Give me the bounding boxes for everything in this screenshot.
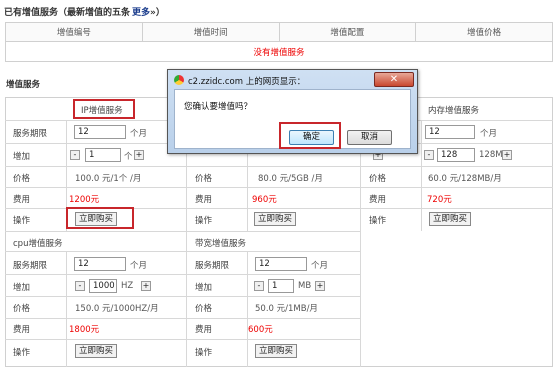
ip-fee-label: 费用 (13, 195, 31, 205)
row-divider (5, 166, 553, 167)
more-link[interactable]: 更多 (132, 8, 150, 18)
cpu-period-label: 服务期限 (13, 261, 48, 271)
ok-highlight (279, 122, 341, 149)
bw-period-unit: 个月 (311, 261, 329, 271)
ip-price-value: 100.0 元/1个 /月 (75, 174, 142, 184)
cpu-price-label: 价格 (13, 304, 31, 314)
bw-price-value: 50.0 元/1MB/月 (255, 304, 318, 314)
bw-price-label: 价格 (195, 304, 213, 314)
disk-price-label: 价格 (195, 174, 213, 184)
bw-minus-button[interactable]: - (254, 281, 264, 291)
bw-card-title: 带宽增值服务 (195, 239, 247, 249)
bw-add-unit: MB (298, 281, 312, 291)
ip-period-input[interactable]: 12 (74, 125, 126, 139)
ip-period-unit: 个月 (130, 129, 148, 139)
ip-fee-value: 1200元 (69, 195, 100, 205)
cpu-add-label: 增加 (13, 283, 31, 293)
disk-price-value: 80.0 元/5GB /月 (258, 174, 323, 184)
row-divider (5, 187, 553, 188)
cpu-fee-value: 1800元 (69, 325, 100, 335)
bw-plus-button[interactable]: + (315, 281, 325, 291)
col-divider (247, 251, 248, 367)
col-divider (421, 120, 422, 231)
grid-divider (5, 231, 360, 232)
bw-add-label: 增加 (195, 283, 213, 293)
bw-period-label: 服务期限 (195, 261, 230, 271)
mem-period-unit: 个月 (480, 129, 498, 139)
cpu-period-input[interactable]: 12 (74, 257, 126, 271)
ip-add-unit: 个 (124, 152, 133, 162)
ip-plus-button[interactable]: + (134, 150, 144, 160)
bw-op-label: 操作 (195, 348, 213, 358)
row-divider (5, 251, 360, 252)
row-divider (5, 274, 360, 275)
cpu-add-unit: HZ (121, 281, 134, 291)
mem-op-label: 操作 (369, 216, 387, 226)
cpu-period-unit: 个月 (130, 261, 148, 271)
mem-minus-button[interactable]: - (424, 150, 434, 160)
disk-fee-label: 费用 (195, 195, 213, 205)
col-divider (66, 251, 67, 367)
services-section-title: 增值服务 (6, 80, 41, 90)
empty-message: 没有增值服务 (5, 41, 553, 62)
ip-title-highlight (73, 99, 135, 119)
existing-services-title-text: 已有增值服务（最新增值的五条 (4, 8, 131, 18)
ip-price-label: 价格 (13, 174, 31, 184)
cpu-buy-button[interactable]: 立即购买 (75, 344, 118, 358)
ip-buy-highlight (66, 207, 134, 229)
cpu-card-title: cpu增值服务 (13, 239, 63, 249)
dialog-message: 您确认要增值吗？ (184, 102, 253, 112)
mem-price-value: 60.0 元/128MB/月 (428, 174, 502, 184)
mem-card-title: 内存增值服务 (428, 106, 480, 116)
cpu-add-input[interactable]: 1000 (89, 279, 117, 293)
disk-op-label: 操作 (195, 216, 213, 226)
cpu-op-label: 操作 (13, 348, 31, 358)
row-divider (5, 296, 360, 297)
mem-fee-label: 费用 (369, 195, 387, 205)
mem-period-input[interactable]: 12 (425, 125, 475, 139)
col-header-time: 增值时间 (141, 22, 280, 42)
disk-fee-value: 960元 (252, 195, 277, 205)
mem-fee-value: 720元 (427, 195, 452, 205)
existing-services-table: 增值编号 增值时间 增值配置 增值价格 没有增值服务 (5, 22, 553, 62)
more-suffix: »） (150, 8, 165, 18)
ip-op-label: 操作 (13, 216, 31, 226)
cpu-fee-label: 费用 (13, 325, 31, 335)
mem-price-label: 价格 (369, 174, 387, 184)
col-header-price: 增值价格 (415, 22, 553, 42)
existing-services-title: 已有增值服务（最新增值的五条 更多»） (4, 5, 165, 18)
bw-fee-value: 600元 (248, 325, 273, 335)
dialog-caption: c2.zzidc.com 上的网页显示： (188, 77, 306, 87)
bw-fee-label: 费用 (195, 325, 213, 335)
close-icon[interactable]: ✕ (374, 72, 414, 87)
mem-add-input[interactable]: 128 (437, 148, 475, 162)
browser-favicon-icon (174, 75, 184, 85)
cancel-button[interactable]: 取消 (347, 130, 392, 145)
cpu-minus-button[interactable]: - (75, 281, 85, 291)
bw-period-input[interactable]: 12 (255, 257, 307, 271)
col-header-id: 增值编号 (5, 22, 143, 42)
ip-minus-button[interactable]: - (70, 150, 80, 160)
ip-period-label: 服务期限 (13, 129, 48, 139)
cpu-price-value: 150.0 元/1000HZ/月 (75, 304, 159, 314)
row-divider (5, 318, 360, 319)
mem-buy-button[interactable]: 立即购买 (429, 212, 472, 226)
bw-buy-button[interactable]: 立即购买 (255, 344, 298, 358)
ip-add-input[interactable]: 1 (85, 148, 121, 162)
mem-plus-button[interactable]: + (502, 150, 512, 160)
col-header-config: 增值配置 (278, 22, 417, 42)
disk-buy-button[interactable]: 立即购买 (254, 212, 297, 226)
ip-add-label: 增加 (13, 152, 31, 162)
row-divider (5, 339, 360, 340)
bw-add-input[interactable]: 1 (268, 279, 294, 293)
cpu-plus-button[interactable]: + (141, 281, 151, 291)
